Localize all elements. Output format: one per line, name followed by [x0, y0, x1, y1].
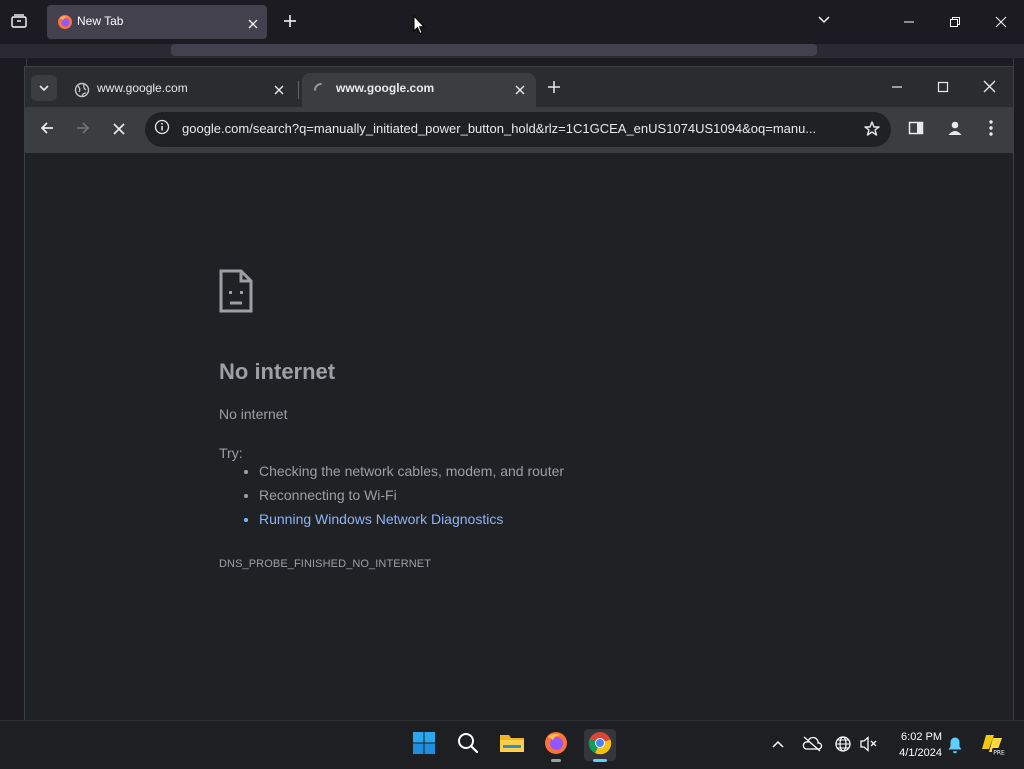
chrome-tab-inactive[interactable]: www.google.com	[63, 73, 295, 107]
firefox-logo-icon	[57, 14, 73, 34]
taskbar-search-button[interactable]	[452, 729, 484, 761]
chrome-tab-active[interactable]: www.google.com	[302, 73, 536, 107]
copilot-badge-text: PRE	[993, 749, 1005, 756]
restore-icon	[949, 13, 961, 32]
error-code: DNS_PROBE_FINISHED_NO_INTERNET	[219, 558, 432, 570]
arrow-right-icon	[75, 120, 91, 140]
error-title: No internet	[219, 359, 336, 384]
chrome-logo-icon	[588, 731, 612, 759]
firefox-logo-icon	[544, 731, 568, 759]
chrome-minimize-button[interactable]	[885, 76, 909, 98]
arrow-left-icon	[39, 120, 55, 140]
firefox-list-all-tabs-button[interactable]	[816, 12, 832, 32]
firefox-content-left-edge	[0, 58, 27, 720]
system-clock[interactable]: 6:02 PM 4/1/2024	[884, 729, 942, 761]
taskbar: 6:02 PM 4/1/2024 PRE	[0, 720, 1024, 769]
windows-logo-icon	[412, 731, 436, 759]
firefox-urlbar[interactable]	[171, 44, 817, 56]
globe-icon	[74, 82, 90, 102]
profile-button[interactable]	[943, 118, 967, 142]
firefox-view-icon	[11, 13, 27, 32]
chevron-down-icon	[38, 79, 50, 98]
suggestion-item: Reconnecting to Wi-Fi	[259, 483, 564, 507]
search-icon	[457, 732, 479, 758]
start-button[interactable]	[408, 729, 440, 761]
page-content: No internet No internet Try: Checking th…	[25, 153, 1013, 720]
forward-button[interactable]	[71, 118, 95, 142]
site-info-button[interactable]	[151, 118, 173, 140]
volume-muted-icon[interactable]	[859, 735, 879, 757]
side-panel-icon[interactable]	[908, 120, 924, 140]
chrome-window: www.google.com www.google.com google.com…	[25, 67, 1013, 720]
tab-search-button[interactable]	[31, 75, 57, 101]
chrome-toolbar: google.com/search?q=manually_initiated_p…	[25, 107, 1013, 153]
copilot-preview-icon[interactable]: PRE	[980, 732, 1006, 762]
show-hidden-icons-chevron-icon[interactable]	[771, 736, 785, 755]
onedrive-offline-icon[interactable]	[801, 735, 823, 757]
active-indicator	[593, 759, 607, 762]
suggestions-list: Checking the network cables, modem, and …	[219, 459, 564, 531]
firefox-minimize-button[interactable]	[899, 12, 919, 32]
maximize-icon	[937, 78, 949, 97]
running-indicator	[551, 759, 561, 762]
minimize-icon	[891, 78, 903, 97]
more-vertical-icon	[988, 119, 994, 141]
chrome-taskbar-button[interactable]	[584, 729, 616, 762]
chrome-tab-strip: www.google.com www.google.com	[25, 67, 1013, 107]
firefox-tab-label: New Tab	[77, 14, 124, 28]
tab-label: www.google.com	[336, 81, 435, 95]
sad-document-icon	[219, 269, 253, 317]
mouse-cursor-icon	[413, 14, 426, 39]
minimize-icon	[903, 13, 915, 32]
chrome-menu-button[interactable]	[981, 119, 1001, 141]
file-explorer-button[interactable]	[496, 729, 528, 761]
network-globe-icon[interactable]	[834, 735, 852, 757]
folder-icon	[499, 732, 525, 758]
address-bar[interactable]: google.com/search?q=manually_initiated_p…	[145, 112, 891, 147]
chrome-close-button[interactable]	[977, 76, 1001, 98]
clock-date: 4/1/2024	[899, 747, 942, 759]
tab-separator	[298, 81, 299, 99]
firefox-tab-close-icon[interactable]	[247, 15, 259, 34]
stop-loading-button[interactable]	[107, 118, 131, 142]
plus-icon	[283, 13, 297, 32]
close-icon	[112, 121, 126, 140]
clock-time: 6:02 PM	[901, 731, 942, 743]
firefox-content-right-edge	[1013, 58, 1024, 720]
close-icon	[983, 78, 996, 97]
new-tab-button[interactable]	[543, 77, 565, 99]
firefox-new-tab-button[interactable]	[280, 12, 300, 32]
firefox-titlebar: New Tab	[0, 0, 1024, 44]
tab-close-icon[interactable]	[272, 82, 286, 101]
network-diagnostics-link[interactable]: Running Windows Network Diagnostics	[259, 507, 564, 531]
tab-close-icon[interactable]	[513, 82, 527, 101]
tab-label: www.google.com	[97, 81, 188, 95]
plus-icon	[547, 79, 561, 98]
url-text[interactable]: google.com/search?q=manually_initiated_p…	[182, 121, 858, 136]
close-icon	[995, 13, 1007, 32]
firefox-taskbar-button[interactable]	[540, 729, 572, 762]
firefox-view-button[interactable]	[8, 12, 30, 32]
loading-spinner-icon	[313, 82, 329, 102]
notification-bell-icon[interactable]	[947, 736, 963, 758]
suggestion-item: Checking the network cables, modem, and …	[259, 459, 564, 483]
back-button[interactable]	[35, 118, 59, 142]
chevron-down-icon	[816, 13, 832, 32]
info-icon	[154, 119, 170, 139]
firefox-restore-button[interactable]	[945, 12, 965, 32]
firefox-tab-new-tab[interactable]: New Tab	[47, 5, 267, 39]
bookmark-star-icon[interactable]	[863, 120, 881, 142]
person-icon	[946, 119, 964, 141]
error-description: No internet	[219, 406, 288, 422]
firefox-close-button[interactable]	[991, 12, 1011, 32]
chrome-maximize-button[interactable]	[931, 76, 955, 98]
